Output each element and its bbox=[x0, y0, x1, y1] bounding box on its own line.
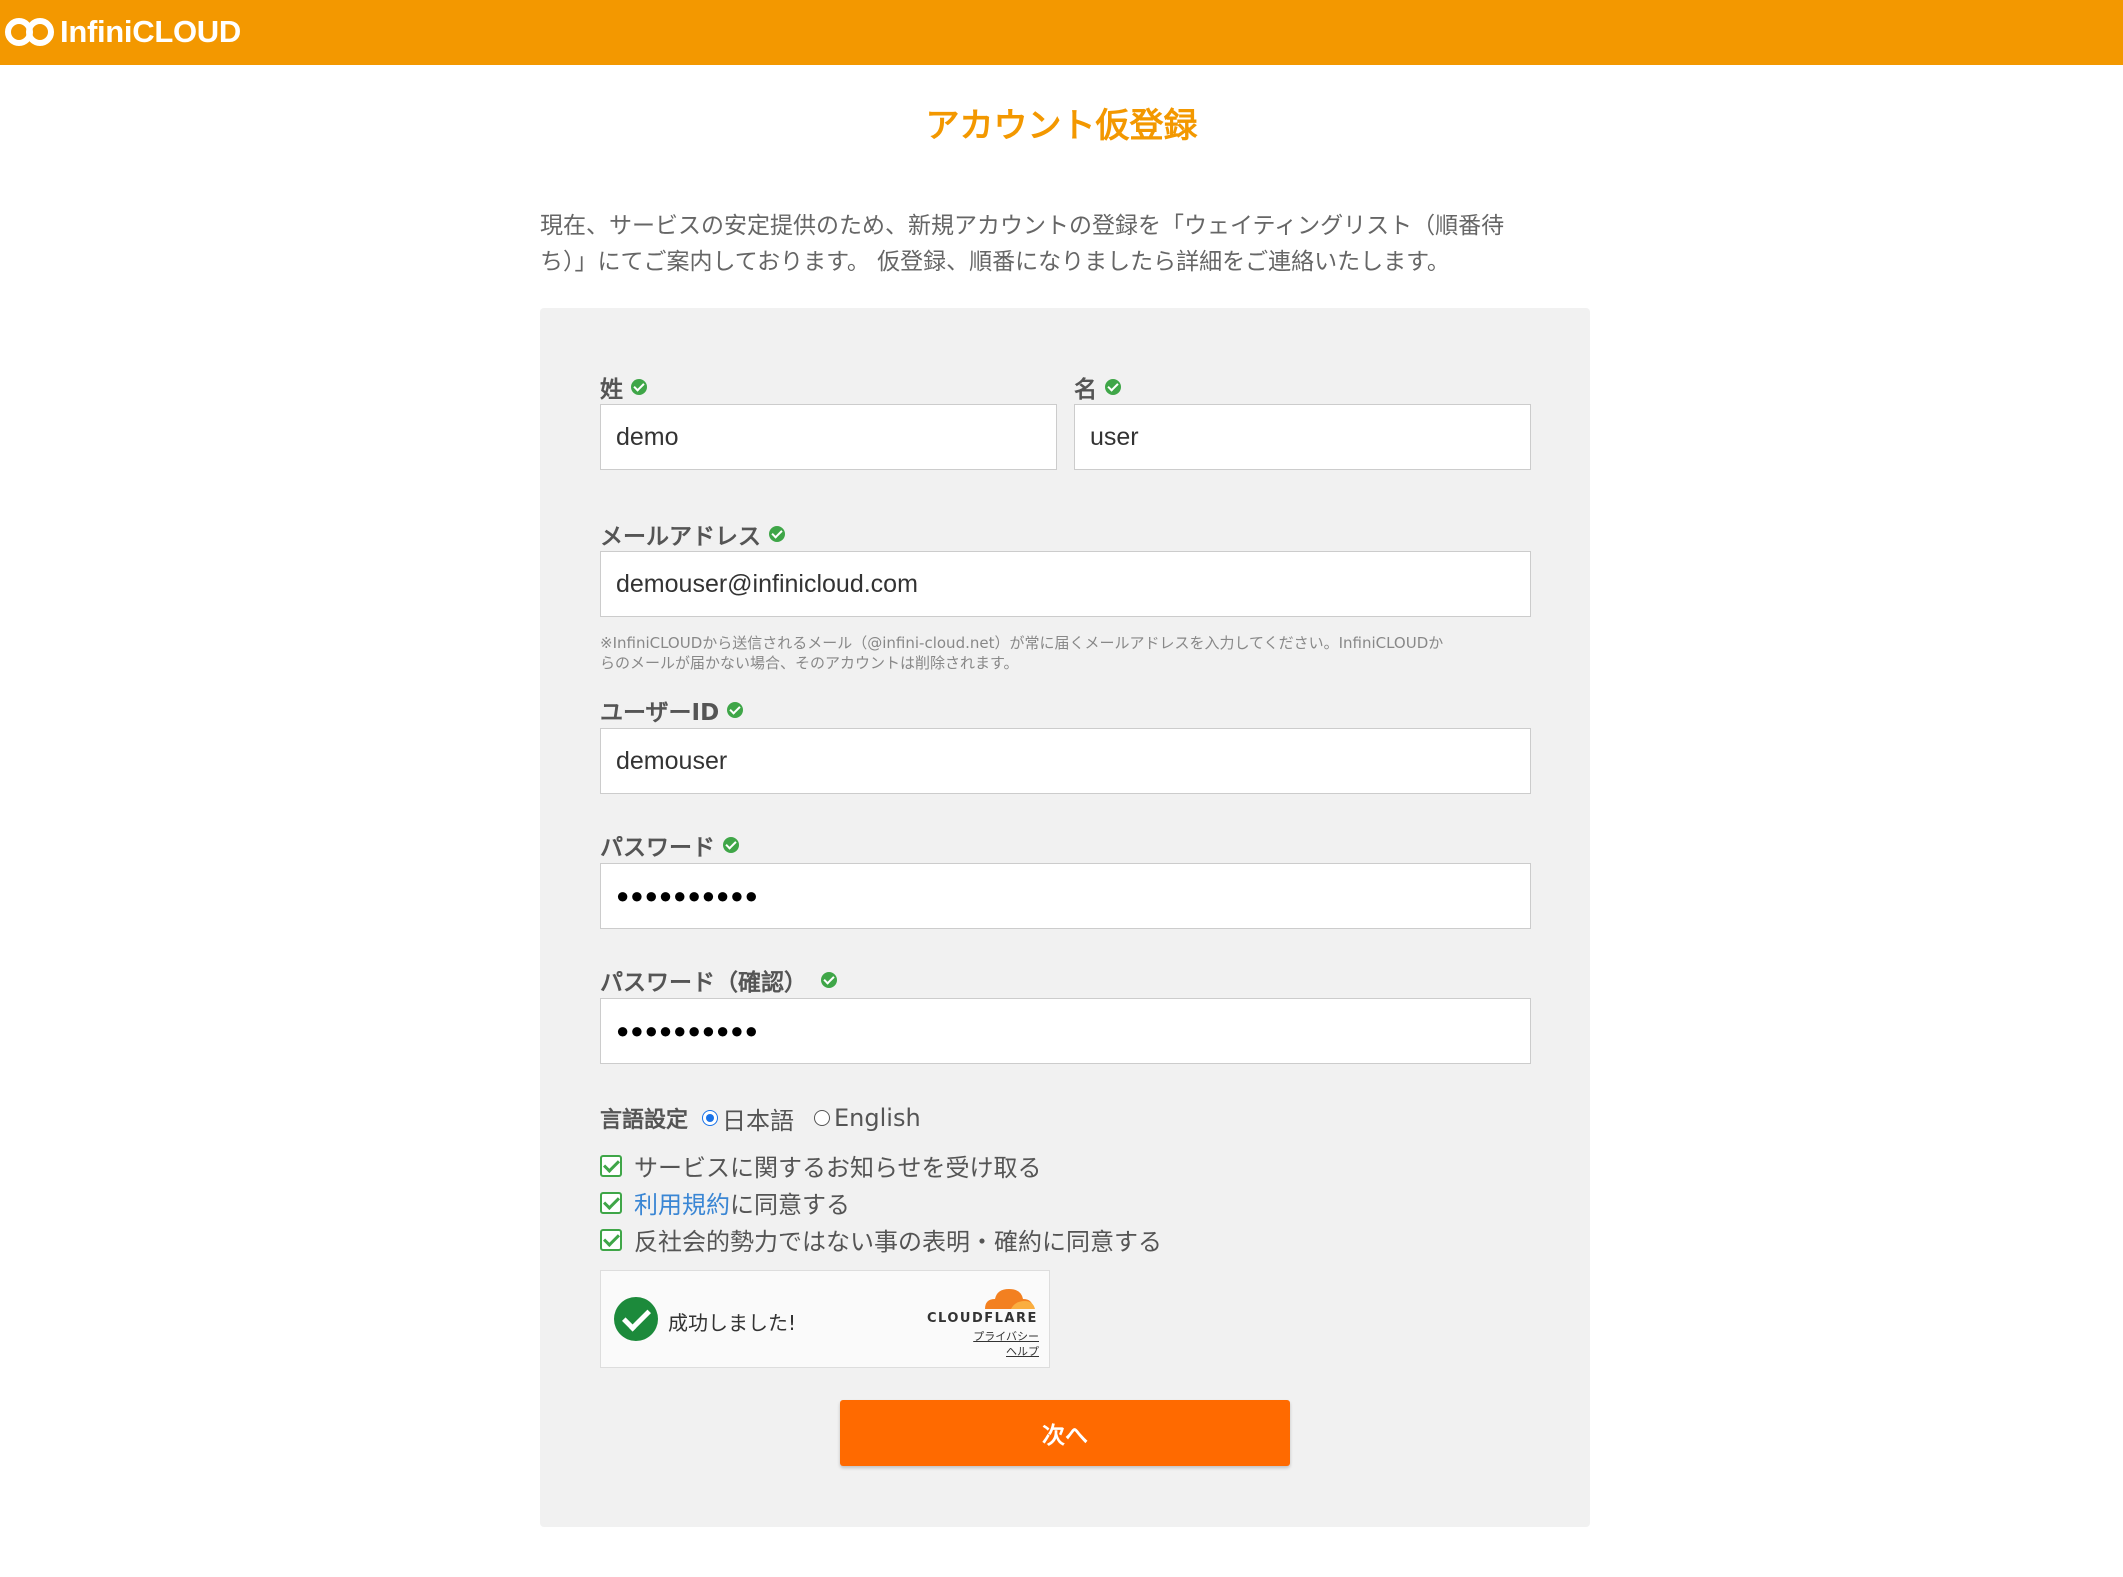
password-label: パスワード bbox=[600, 828, 739, 862]
infinity-logo-icon bbox=[5, 18, 54, 46]
cloudflare-brand: CLOUDFLARE bbox=[927, 1311, 1038, 1326]
newsletter-label: サービスに関するお知らせを受け取る bbox=[634, 1154, 1042, 1182]
anti-social-checkbox-row[interactable]: 反社会的勢力ではない事の表明・確約に同意する bbox=[600, 1222, 1162, 1257]
valid-check-icon bbox=[821, 972, 837, 988]
page-title: アカウント仮登録 bbox=[925, 106, 1198, 146]
first-name-label: 名 bbox=[1074, 370, 1121, 404]
brand-name: InfiniCLOUD bbox=[60, 14, 241, 49]
radio-english[interactable] bbox=[814, 1110, 831, 1126]
valid-check-icon bbox=[631, 379, 647, 395]
anti-social-checkbox[interactable] bbox=[600, 1228, 622, 1251]
intro-line-1: 現在、サービスの安定提供のため、新規アカウントの登録を「ウェイティングリスト（順… bbox=[540, 213, 1505, 239]
email-input[interactable]: demouser@infinicloud.com bbox=[600, 551, 1531, 617]
help-link[interactable]: ヘルプ bbox=[973, 1344, 1039, 1359]
anti-social-label: 反社会的勢力ではない事の表明・確約に同意する bbox=[634, 1228, 1162, 1256]
password-confirm-input[interactable]: ●●●●●●●●●● bbox=[600, 998, 1531, 1064]
newsletter-checkbox[interactable] bbox=[600, 1154, 622, 1177]
success-check-icon bbox=[614, 1297, 658, 1341]
captcha-widget[interactable]: 成功しました! CLOUDFLARE プライバシー ヘルプ bbox=[600, 1270, 1050, 1368]
email-label: メールアドレス bbox=[600, 517, 785, 551]
captcha-links: プライバシー ヘルプ bbox=[973, 1329, 1039, 1359]
newsletter-checkbox-row[interactable]: サービスに関するお知らせを受け取る bbox=[600, 1148, 1042, 1183]
radio-english-label[interactable]: English bbox=[834, 1104, 921, 1132]
password-confirm-label: パスワード（確認） bbox=[600, 963, 837, 997]
terms-checkbox-row[interactable]: 利用規約 に同意する bbox=[600, 1185, 850, 1220]
top-bar: InfiniCLOUD bbox=[0, 0, 2123, 65]
intro-line-2: ち）」にてご案内しております。 仮登録、順番になりましたら詳細をご連絡いたします… bbox=[540, 249, 1450, 275]
intro-text: 現在、サービスの安定提供のため、新規アカウントの登録を「ウェイティングリスト（順… bbox=[540, 208, 1560, 280]
last-name-label: 姓 bbox=[600, 370, 647, 404]
user-id-input[interactable]: demouser bbox=[600, 728, 1531, 794]
cloudflare-cloud-icon bbox=[985, 1289, 1035, 1309]
last-name-input[interactable]: demo bbox=[600, 404, 1057, 470]
radio-japanese-label[interactable]: 日本語 bbox=[722, 1101, 794, 1136]
next-button[interactable]: 次へ bbox=[840, 1400, 1290, 1466]
valid-check-icon bbox=[1105, 379, 1121, 395]
registration-form: 姓 demo 名 user メールアドレス demouser@infiniclo… bbox=[540, 308, 1590, 1527]
valid-check-icon bbox=[769, 526, 785, 542]
first-name-input[interactable]: user bbox=[1074, 404, 1531, 470]
language-setting: 言語設定 日本語 English bbox=[600, 1100, 941, 1136]
valid-check-icon bbox=[723, 837, 739, 853]
user-id-label: ユーザーID bbox=[600, 693, 744, 727]
radio-japanese[interactable] bbox=[702, 1110, 719, 1126]
privacy-link[interactable]: プライバシー bbox=[973, 1329, 1039, 1344]
captcha-status: 成功しました! bbox=[668, 1311, 797, 1335]
valid-check-icon bbox=[727, 702, 744, 718]
terms-link[interactable]: 利用規約 bbox=[634, 1185, 730, 1220]
terms-checkbox[interactable] bbox=[600, 1191, 622, 1214]
email-note: ※InfiniCLOUDから送信されるメール（@infini-cloud.net… bbox=[600, 634, 1444, 672]
brand-logo[interactable]: InfiniCLOUD bbox=[4, 10, 241, 54]
terms-label: に同意する bbox=[730, 1191, 850, 1219]
language-label: 言語設定 bbox=[600, 1108, 689, 1133]
password-input[interactable]: ●●●●●●●●●● bbox=[600, 863, 1531, 929]
